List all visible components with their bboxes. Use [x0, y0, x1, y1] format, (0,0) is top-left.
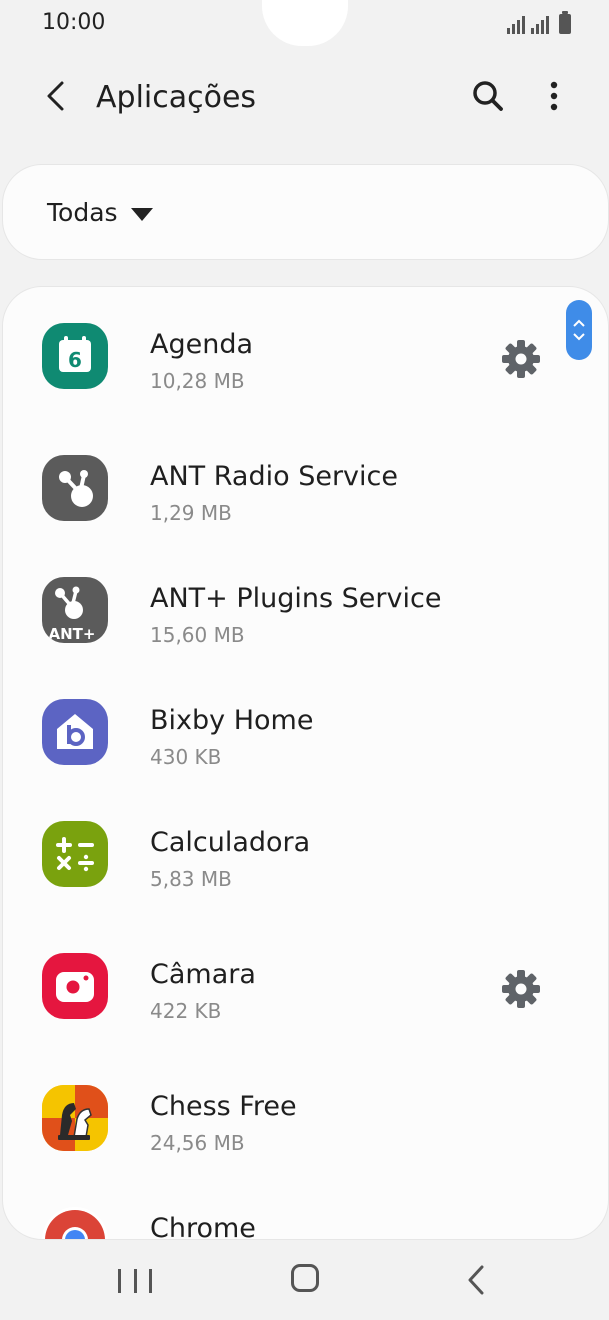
recents-button[interactable] [118, 1264, 152, 1298]
bixby-icon [42, 699, 108, 765]
chevron-down-icon [573, 333, 585, 341]
signal-icon [507, 12, 525, 34]
app-list-item[interactable]: Chess Free 24,56 MB [3, 1057, 608, 1179]
app-name: Chrome [150, 1213, 256, 1240]
app-size: 422 KB [150, 999, 222, 1023]
gear-icon[interactable] [501, 339, 541, 379]
app-name: Bixby Home [150, 705, 314, 736]
more-options-button[interactable] [532, 74, 576, 118]
status-bar: 10:00 [0, 0, 609, 52]
ant-plugins-icon: ANT+ [42, 577, 108, 643]
app-list-item[interactable]: ANT+ ANT+ Plugins Service 15,60 MB [3, 549, 608, 671]
app-list-item[interactable]: Bixby Home 430 KB [3, 671, 608, 793]
filter-label: Todas [47, 198, 118, 227]
back-button[interactable] [34, 74, 78, 118]
app-list-item[interactable]: Câmara 422 KB [3, 925, 608, 1047]
app-list-item[interactable]: ANT Radio Service 1,29 MB [3, 427, 608, 549]
ant-plugins-badge-text: ANT+ [49, 625, 96, 643]
app-list-item[interactable]: 6 Agenda 10,28 MB [3, 295, 608, 417]
page-title: Aplicações [96, 80, 257, 115]
battery-icon [559, 11, 571, 34]
app-name: Calculadora [150, 827, 311, 858]
signal-icon [531, 12, 549, 34]
camera-icon [42, 953, 108, 1019]
app-size: 15,60 MB [150, 623, 245, 647]
search-button[interactable] [466, 74, 510, 118]
app-size: 1,29 MB [150, 501, 232, 525]
home-button[interactable] [291, 1264, 319, 1292]
status-icons [507, 11, 571, 34]
filter-dropdown[interactable]: Todas [2, 164, 609, 260]
app-list-item[interactable]: Chrome [3, 1179, 608, 1240]
chevron-left-icon [47, 81, 64, 111]
status-time: 10:00 [42, 10, 106, 35]
app-name: Chess Free [150, 1091, 297, 1122]
calculator-icon [42, 821, 108, 887]
more-vertical-icon [550, 81, 558, 111]
chevron-up-icon [573, 319, 585, 327]
calendar-day-text: 6 [68, 348, 82, 372]
app-size: 5,83 MB [150, 867, 232, 891]
app-name: ANT+ Plugins Service [150, 583, 442, 614]
camera-notch [262, 0, 348, 46]
calendar-icon: 6 [42, 323, 108, 389]
chrome-icon [42, 1207, 108, 1239]
app-name: Câmara [150, 959, 256, 990]
recents-icon [118, 1269, 121, 1293]
app-name: Agenda [150, 329, 254, 360]
search-icon [473, 81, 503, 111]
app-list: 6 Agenda 10,28 MB ANT Radio Service 1,29… [2, 286, 609, 1240]
caret-down-icon [131, 208, 153, 221]
nav-back-icon[interactable] [458, 1262, 494, 1298]
app-name: ANT Radio Service [150, 461, 398, 492]
phone-screen: 10:00 Aplicações Todas 6 Agenda 10,28 MB… [0, 0, 609, 1320]
gear-icon[interactable] [501, 969, 541, 1009]
app-size: 430 KB [150, 745, 222, 769]
app-size: 24,56 MB [150, 1131, 245, 1155]
system-nav-bar [0, 1240, 609, 1320]
ant-radio-icon [42, 455, 108, 521]
app-list-item[interactable]: Calculadora 5,83 MB [3, 793, 608, 915]
fast-scroll-handle[interactable] [566, 300, 592, 360]
app-header: Aplicações [0, 62, 609, 134]
app-size: 10,28 MB [150, 369, 245, 393]
chess-icon [42, 1085, 108, 1151]
